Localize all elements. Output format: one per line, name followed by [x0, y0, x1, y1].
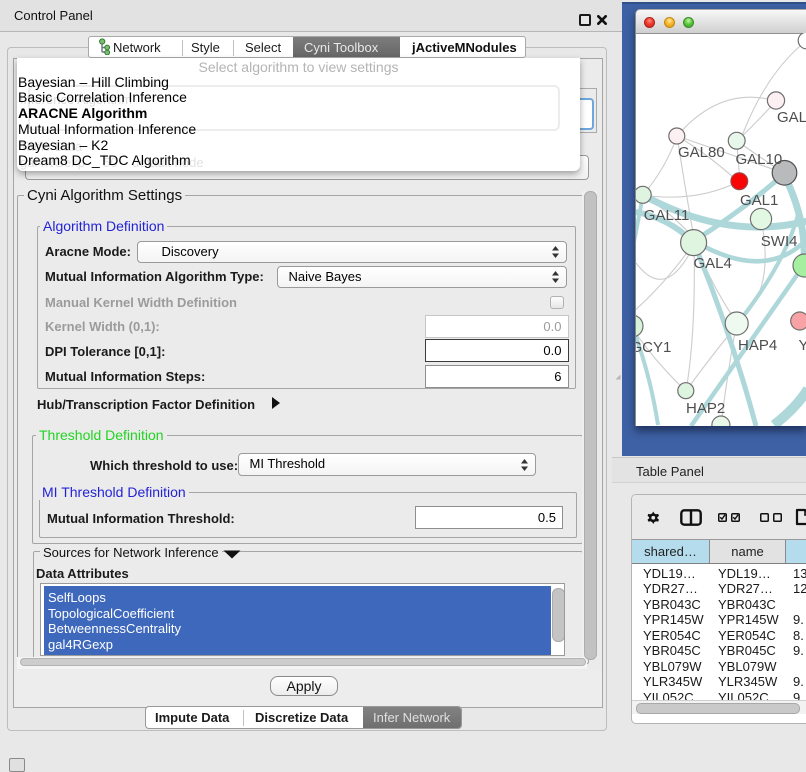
svg-text:GAL1: GAL1: [740, 192, 778, 209]
svg-text:SWI4: SWI4: [761, 233, 798, 250]
svg-text:GAL: GAL: [777, 109, 806, 126]
svg-text:HAP2: HAP2: [686, 400, 725, 417]
svg-text:Y: Y: [799, 337, 806, 354]
svg-text:GAL10: GAL10: [736, 151, 783, 168]
svg-text:GAL11: GAL11: [644, 207, 690, 224]
svg-text:HAP4: HAP4: [738, 337, 777, 354]
svg-text:GAL4: GAL4: [694, 255, 732, 272]
svg-text:GAL80: GAL80: [678, 144, 725, 161]
svg-text:GCY1: GCY1: [636, 339, 671, 356]
